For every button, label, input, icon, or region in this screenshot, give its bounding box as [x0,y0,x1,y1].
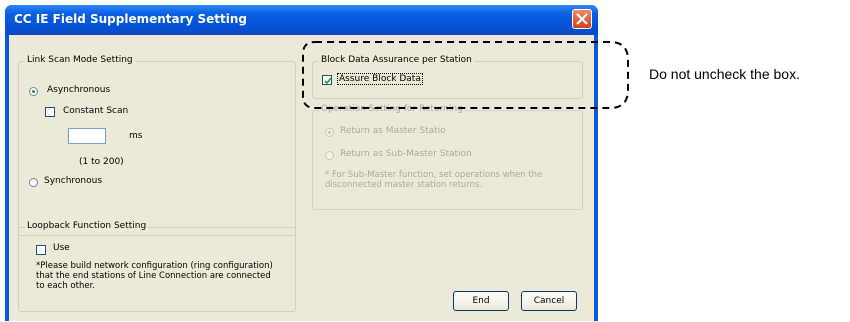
callout-dashed-outline [302,41,629,109]
callout-annotation: Do not uncheck the box. [649,66,800,82]
